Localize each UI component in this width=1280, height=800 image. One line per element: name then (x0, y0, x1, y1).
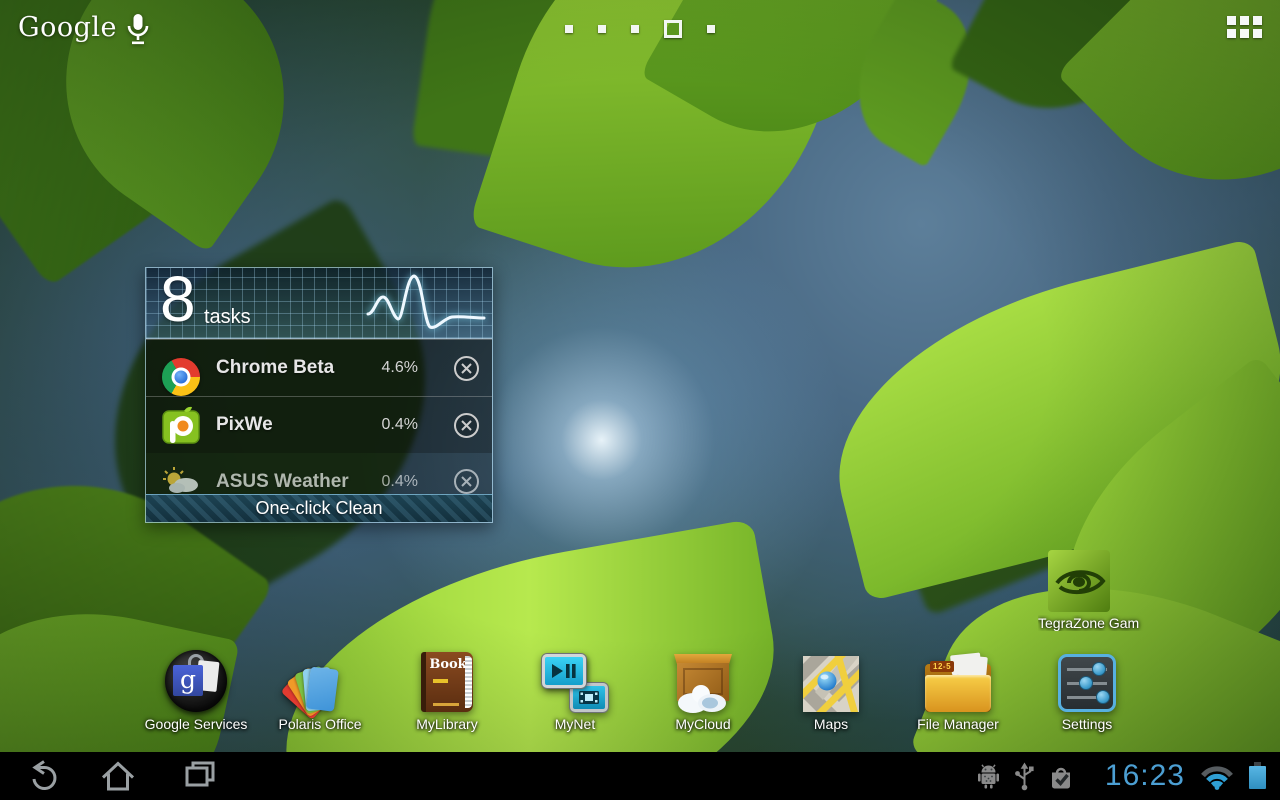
task-count-label: tasks (204, 306, 251, 329)
tegrazone-label: TegraZone Gam (1038, 615, 1198, 631)
dock-item-maps[interactable]: Maps (766, 644, 896, 732)
task-row: PixWe 0.4% (146, 396, 492, 453)
back-button[interactable] (14, 756, 70, 796)
page-indicator-dot[interactable] (707, 25, 715, 33)
task-row: ASUS Weather 0.4% (146, 453, 492, 494)
task-name: ASUS Weather (216, 471, 349, 493)
book-pages (465, 656, 472, 708)
dock-item-settings[interactable]: Settings (1022, 644, 1152, 732)
app-label: File Manager (917, 716, 999, 732)
market-checkmark-icon (1049, 763, 1073, 790)
grid-square (1240, 16, 1249, 25)
grid-square (1253, 16, 1262, 25)
pixwe-icon (162, 406, 200, 444)
page-indicator[interactable] (0, 18, 1280, 40)
close-task-icon[interactable] (453, 412, 480, 439)
tegrazone-icon[interactable] (1048, 550, 1110, 612)
book-cover-mark (433, 679, 448, 683)
all-apps-button[interactable] (1227, 16, 1262, 38)
system-bar: 16:23 (0, 752, 1280, 800)
app-label: Google Services (145, 716, 248, 732)
close-task-icon[interactable] (453, 468, 480, 494)
google-folder-icon: g (165, 644, 227, 712)
paper-sheet (956, 655, 988, 678)
page-indicator-dot[interactable] (598, 25, 606, 33)
android-debug-icon (977, 764, 1000, 789)
one-click-clean-button[interactable]: One-click Clean (146, 494, 492, 522)
cpu-waveform-icon (366, 270, 486, 336)
folder-front (925, 675, 991, 712)
media-screens-icon (542, 644, 608, 712)
task-row-clipped: ASUS Weather 0.4% (146, 453, 492, 494)
app-label: Settings (1062, 716, 1113, 732)
app-label: MyCloud (675, 716, 730, 732)
chrome-icon (162, 358, 200, 396)
task-manager-widget: 8 tasks Chrome Beta 4.6% PixWe (145, 267, 493, 523)
google-maps-icon (803, 644, 859, 712)
task-name: Chrome Beta (216, 357, 334, 379)
grid-square (1240, 29, 1249, 38)
weather-icon (162, 462, 200, 494)
task-cpu-percent: 0.4% (382, 416, 418, 434)
play-pause-screen (542, 654, 586, 688)
cloud-icon (673, 682, 731, 714)
folder-tag: 12-5 (930, 661, 954, 672)
app-label: MyLibrary (416, 716, 477, 732)
usb-icon (1014, 762, 1035, 791)
close-task-icon[interactable] (453, 355, 480, 382)
cloud-box-icon (671, 644, 735, 712)
dock-item-google-services[interactable]: g Google Services (131, 644, 261, 732)
one-click-clean-label: One-click Clean (255, 498, 382, 519)
status-tray[interactable]: 16:23 (971, 752, 1272, 800)
page-indicator-dot[interactable] (631, 25, 639, 33)
book-cover-text: Book (428, 657, 468, 672)
app-label: MyNet (555, 716, 595, 732)
google-g-tile: g (173, 665, 203, 696)
battery-icon (1249, 762, 1266, 790)
wifi-icon (1199, 763, 1235, 790)
sliders-icon (1058, 644, 1116, 712)
task-cpu-percent: 0.4% (382, 473, 418, 491)
book-icon: Book (421, 644, 473, 712)
dock-item-polaris-office[interactable]: Polaris Office (255, 644, 385, 732)
grid-square (1227, 29, 1236, 38)
task-widget-header: 8 tasks (146, 268, 492, 339)
dock-item-file-manager[interactable]: 12-5 File Manager (893, 644, 1023, 732)
dock-item-mycloud[interactable]: MyCloud (638, 644, 768, 732)
folder-icon: 12-5 (925, 644, 991, 712)
home-button[interactable] (90, 756, 146, 796)
polaris-cards-icon (287, 644, 353, 712)
grid-square (1227, 16, 1236, 25)
page-indicator-dot[interactable] (565, 25, 573, 33)
recents-button[interactable] (172, 756, 228, 796)
task-cpu-percent: 4.6% (382, 359, 418, 377)
book-cover-mark (433, 703, 459, 706)
app-label: Polaris Office (279, 716, 362, 732)
task-count: 8 (160, 268, 196, 336)
page-indicator-current[interactable] (664, 20, 682, 38)
clock: 16:23 (1105, 759, 1185, 793)
dock-item-mylibrary[interactable]: Book MyLibrary (382, 644, 512, 732)
task-name: PixWe (216, 414, 273, 436)
home-screen: Google 8 tasks Chrome Beta 4.6% (0, 0, 1280, 800)
task-row: Chrome Beta 4.6% (146, 339, 492, 396)
dock-item-mynet[interactable]: MyNet (510, 644, 640, 732)
grid-square (1253, 29, 1262, 38)
app-label: Maps (814, 716, 848, 732)
